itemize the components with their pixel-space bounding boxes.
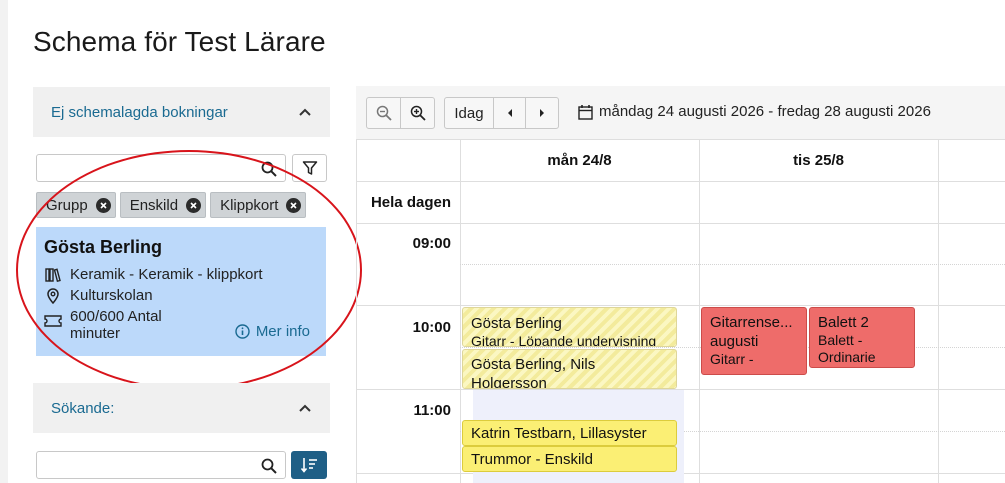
calendar-event[interactable]: Trummor - Enskild <box>462 446 677 472</box>
grid-line <box>460 264 1005 265</box>
chip-klippkort: Klippkort <box>210 192 307 218</box>
calendar-icon <box>578 104 593 120</box>
applicants-header[interactable]: Sökande: <box>33 383 330 433</box>
zoom-out-icon <box>376 105 392 121</box>
zoom-out-button[interactable] <box>366 97 401 129</box>
chevron-up-icon[interactable] <box>298 401 312 415</box>
day-header-tuesday[interactable]: tis 25/8 <box>699 152 938 169</box>
filter-chips: Grupp Enskild Klippkort <box>36 192 307 218</box>
ticket-icon <box>44 312 62 330</box>
previous-week-button[interactable] <box>493 97 526 129</box>
booking-name: Gösta Berling <box>44 237 163 257</box>
chip-label: Enskild <box>129 196 179 214</box>
info-icon <box>235 324 250 339</box>
event-subtitle: Balett - <box>818 332 863 348</box>
calendar-event[interactable]: Gösta Berling Gitarr - Löpande undervisn… <box>462 307 677 347</box>
search-icon[interactable] <box>261 458 277 474</box>
calendar-event[interactable]: Gitarrense... augusti Gitarr - <box>701 307 807 375</box>
zoom-in-button[interactable] <box>400 97 435 129</box>
chip-enskild: Enskild <box>119 192 207 218</box>
event-title: Trummor - Enskild <box>471 451 593 468</box>
applicants-title: Sökande: <box>51 399 115 417</box>
more-info-label: Mer info <box>255 323 310 340</box>
event-detail: Ordinarie <box>818 349 876 365</box>
chip-label: Klippkort <box>220 196 279 214</box>
close-icon[interactable] <box>95 197 111 213</box>
zoom-in-icon <box>410 105 426 121</box>
today-label: Idag <box>454 104 484 122</box>
time-label-1000: 10:00 <box>412 319 451 336</box>
sort-button[interactable] <box>291 451 327 479</box>
location-pin-icon <box>44 287 62 305</box>
date-range: måndag 24 augusti 2026 - fredag 28 augus… <box>578 103 931 120</box>
booking-course: Keramik - Keramik - klippkort <box>70 266 263 283</box>
chip-label: Grupp <box>46 196 88 214</box>
unscheduled-bookings-title: Ej schemalagda bokningar <box>51 103 228 121</box>
booking-minutes: 600/600 Antal minuter <box>70 308 162 342</box>
event-detail: Gitarr - <box>710 351 754 367</box>
chevron-up-icon[interactable] <box>298 105 312 119</box>
next-week-button[interactable] <box>525 97 559 129</box>
calendar-event[interactable]: Gösta Berling, Nils Holgersson <box>462 349 677 389</box>
books-icon <box>44 266 62 284</box>
booking-search-box <box>36 154 286 182</box>
applicant-search-box <box>36 451 286 479</box>
caret-right-icon <box>540 109 544 117</box>
grid-line <box>356 181 1005 182</box>
chip-grupp: Grupp <box>36 192 116 218</box>
calendar-event[interactable]: Katrin Testbarn, Lillasyster <box>462 420 677 446</box>
grid-line <box>356 223 1005 224</box>
event-title: Gösta Berling, Nils Holgersson <box>471 356 596 389</box>
event-title: Gitarrense... <box>710 314 793 331</box>
page-title: Schema för Test Lärare <box>33 26 326 57</box>
event-title: Gösta Berling <box>471 315 562 332</box>
filter-icon <box>302 161 317 175</box>
calendar-event[interactable]: Balett 2 Balett - Ordinarie <box>809 307 915 368</box>
caret-left-icon <box>507 109 512 117</box>
unscheduled-booking-card[interactable]: Gösta Berling Keramik - Keramik - klippk… <box>36 227 326 356</box>
booking-location: Kulturskolan <box>70 287 153 304</box>
grid-line <box>356 305 1005 306</box>
close-icon[interactable] <box>286 197 302 213</box>
time-label-0900: 09:00 <box>412 235 451 252</box>
booking-search-input[interactable] <box>37 155 285 181</box>
today-button[interactable]: Idag <box>444 97 494 129</box>
left-edge-strip <box>0 0 8 483</box>
more-info-link[interactable]: Mer info <box>235 323 310 340</box>
event-subtitle: augusti <box>710 333 759 350</box>
time-label-1100: 11:00 <box>413 402 451 419</box>
event-subtitle: Gitarr - Löpande undervisning <box>471 333 657 347</box>
applicant-search-input[interactable] <box>37 452 285 478</box>
unscheduled-bookings-header[interactable]: Ej schemalagda bokningar <box>33 87 330 137</box>
event-title: Katrin Testbarn, Lillasyster <box>471 425 647 442</box>
event-title: Balett 2 <box>818 314 869 331</box>
close-icon[interactable] <box>186 197 202 213</box>
all-day-label: Hela dagen <box>370 194 451 211</box>
date-range-label: måndag 24 augusti 2026 - fredag 28 augus… <box>599 103 931 120</box>
filter-button[interactable] <box>292 154 327 182</box>
day-header-monday[interactable]: mån 24/8 <box>460 152 699 169</box>
search-icon[interactable] <box>261 161 277 177</box>
sort-icon <box>300 458 317 473</box>
